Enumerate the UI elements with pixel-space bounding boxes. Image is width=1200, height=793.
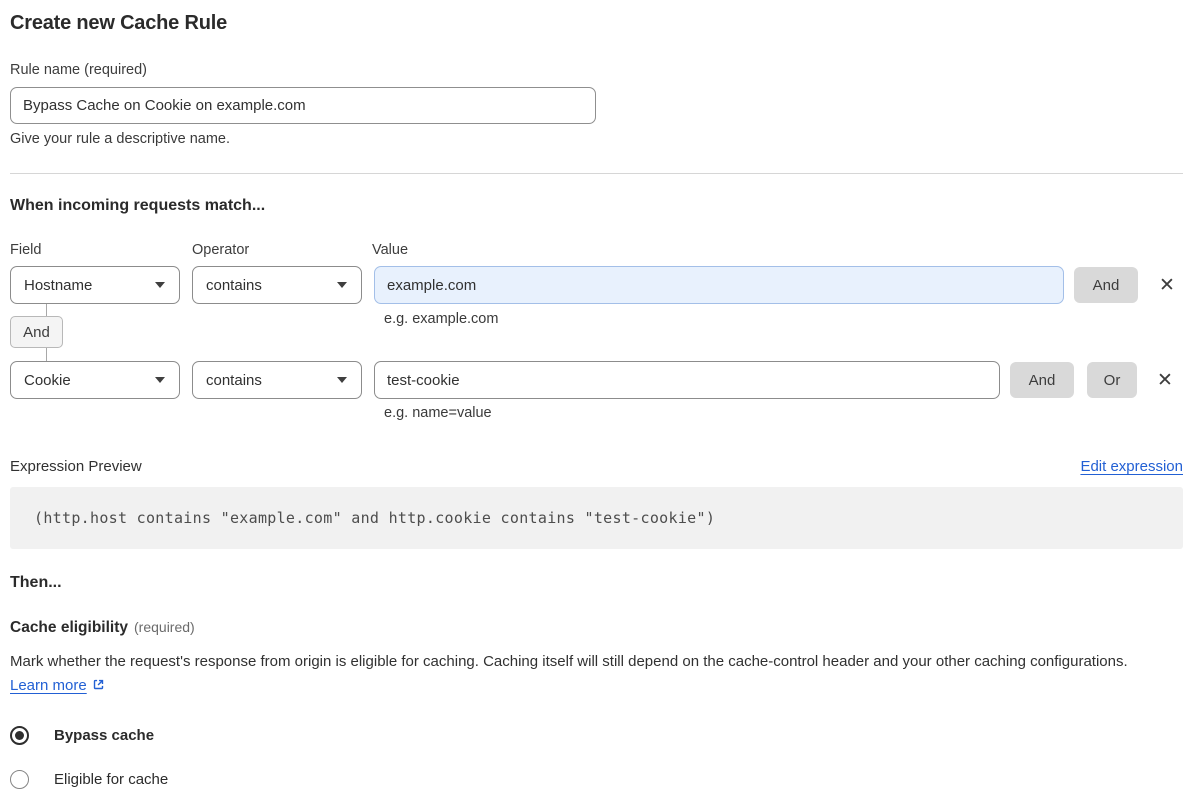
- expression-code-block: (http.host contains "example.com" and ht…: [10, 487, 1183, 549]
- operator-select-value: contains: [206, 276, 262, 294]
- cache-rule-form: Create new Cache Rule Rule name (require…: [0, 0, 1200, 789]
- field-select[interactable]: Hostname: [10, 266, 180, 304]
- value-example-help: e.g. name=value: [384, 405, 492, 421]
- radio-label: Bypass cache: [54, 727, 155, 744]
- radio-selected-icon: [10, 726, 29, 745]
- connector-and-button[interactable]: And: [10, 316, 63, 348]
- operator-select[interactable]: contains: [192, 266, 362, 304]
- rule-name-help: Give your rule a descriptive name.: [10, 131, 231, 147]
- chevron-down-icon: [155, 377, 165, 383]
- expression-code: (http.host contains "example.com" and ht…: [34, 509, 716, 527]
- value-input[interactable]: [374, 361, 1000, 399]
- match-heading: When incoming requests match...: [10, 197, 266, 214]
- then-heading: Then...: [10, 574, 62, 591]
- radio-option-eligible-for-cache[interactable]: Eligible for cache: [10, 770, 1183, 789]
- page-title: Create new Cache Rule: [10, 12, 227, 34]
- connector-zone: And e.g. example.com: [10, 304, 1183, 361]
- connector-line: [46, 304, 47, 316]
- cache-eligibility-description: Mark whether the request's response from…: [10, 650, 1170, 700]
- value-input[interactable]: [374, 266, 1064, 304]
- expression-header: Expression Preview Edit expression: [10, 458, 1183, 475]
- field-column-label: Field: [10, 242, 42, 258]
- section-divider: [10, 173, 1183, 174]
- value-column-label: Value: [372, 242, 409, 258]
- close-icon[interactable]: ✕: [1157, 370, 1173, 390]
- value-example-help: e.g. example.com: [384, 311, 499, 327]
- learn-more-link[interactable]: Learn more: [10, 677, 87, 694]
- rule-name-label: Rule name (required): [10, 62, 148, 78]
- radio-unselected-icon: [10, 770, 29, 789]
- match-column-labels: Field Operator Value: [10, 242, 1183, 258]
- operator-column-label: Operator: [192, 242, 250, 258]
- match-row: Hostname contains And ✕: [10, 266, 1183, 304]
- radio-option-bypass-cache[interactable]: Bypass cache: [10, 726, 1183, 745]
- field-select-value: Cookie: [24, 371, 71, 389]
- external-link-icon: [91, 676, 106, 700]
- description-text: Mark whether the request's response from…: [10, 653, 1128, 670]
- add-and-button[interactable]: And: [1074, 267, 1138, 303]
- operator-select-value: contains: [206, 371, 262, 389]
- match-row: Cookie contains And Or ✕: [10, 361, 1183, 399]
- operator-select[interactable]: contains: [192, 361, 362, 399]
- chevron-down-icon: [337, 282, 347, 288]
- cache-eligibility-title: Cache eligibility: [10, 619, 129, 636]
- chevron-down-icon: [155, 282, 165, 288]
- add-or-button[interactable]: Or: [1087, 362, 1137, 398]
- chevron-down-icon: [337, 377, 347, 383]
- connector-column: And: [10, 304, 63, 361]
- connector-line: [46, 348, 47, 361]
- field-select[interactable]: Cookie: [10, 361, 180, 399]
- expression-preview-label: Expression Preview: [10, 458, 142, 475]
- cache-eligibility-heading: Cache eligibility (required): [10, 619, 1183, 637]
- required-note: (required): [134, 619, 195, 635]
- add-and-button[interactable]: And: [1010, 362, 1074, 398]
- edit-expression-link[interactable]: Edit expression: [1080, 458, 1183, 475]
- close-icon[interactable]: ✕: [1159, 275, 1175, 295]
- rule-name-input[interactable]: [10, 87, 596, 124]
- radio-label: Eligible for cache: [54, 771, 169, 788]
- field-select-value: Hostname: [24, 276, 93, 294]
